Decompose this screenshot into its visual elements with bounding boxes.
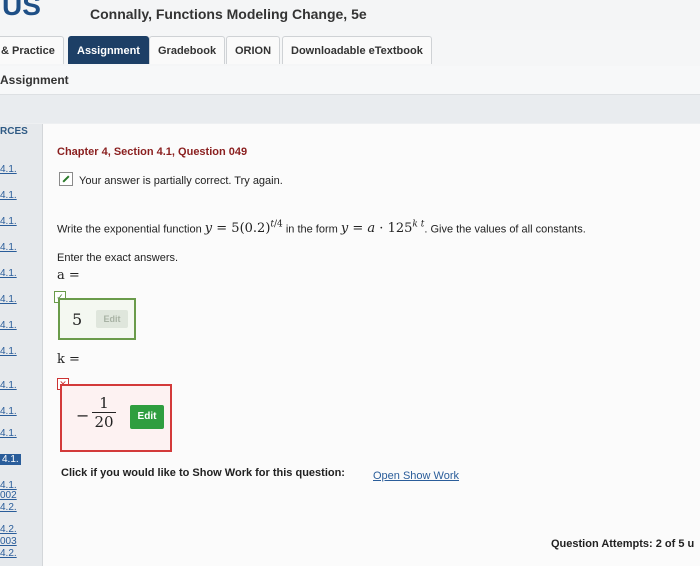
question-attempts: Question Attempts: 2 of 5 u	[551, 538, 695, 550]
assignment-title: Assignment	[0, 73, 69, 87]
tab-orion[interactable]: ORION	[226, 36, 281, 64]
k-sign: −	[76, 406, 90, 425]
sidebar-item[interactable]: 003	[0, 536, 17, 547]
k-label: k =	[57, 352, 80, 367]
question-title: Chapter 4, Section 4.1, Question 049	[57, 146, 248, 158]
question-instruction: Write the exponential function y = 5(0.2…	[57, 220, 586, 236]
k-answer-box: − 1 20 Edit	[60, 384, 172, 452]
tab-bar: & Practice Assignment Gradebook ORION Do…	[0, 30, 700, 67]
sidebar-item[interactable]: 002	[0, 490, 17, 501]
k-fraction: 1 20	[92, 394, 116, 431]
target-form: y = a · 125k t	[340, 220, 425, 237]
open-show-work-link[interactable]: Open Show Work	[373, 470, 459, 482]
top-header: US Connally, Functions Modeling Change, …	[0, 0, 700, 30]
tab-assignment[interactable]: Assignment	[68, 36, 149, 64]
sidebar-item[interactable]: 4.1.	[0, 190, 17, 201]
instruction-mid: in the form	[285, 223, 338, 236]
book-title: Connally, Functions Modeling Change, 5e	[90, 6, 367, 22]
spacer	[0, 95, 700, 123]
a-label: a =	[57, 268, 80, 283]
a-value: 5	[72, 310, 83, 329]
show-work-prompt: Click if you would like to Show Work for…	[61, 467, 345, 479]
sidebar-item[interactable]: 4.2.	[0, 548, 17, 559]
sidebar-item[interactable]: 4.1.	[0, 216, 17, 227]
sidebar-item[interactable]: 4.1.	[0, 164, 17, 175]
sidebar-item[interactable]: 4.1.	[0, 294, 17, 305]
sidebar-heading: RCES	[0, 126, 28, 137]
resources-sidebar: RCES 4.1. 4.1. 4.1. 4.1. 4.1. 4.1. 4.1. …	[0, 124, 43, 566]
sidebar-item[interactable]: 4.2.	[0, 524, 17, 535]
tab-etextbook[interactable]: Downloadable eTextbook	[282, 36, 432, 64]
sidebar-item[interactable]: 4.1.	[0, 380, 17, 391]
question-panel: Chapter 4, Section 4.1, Question 049 You…	[43, 124, 700, 566]
sidebar-item[interactable]: 4.1.	[0, 242, 17, 253]
assignment-bar: Assignment	[0, 66, 700, 95]
sidebar-item[interactable]: 4.1.	[0, 428, 17, 439]
sidebar-item[interactable]: 4.1.	[0, 346, 17, 357]
k-edit-button[interactable]: Edit	[130, 405, 164, 429]
a-answer-box: 5 Edit	[58, 298, 136, 340]
a-edit-button-disabled: Edit	[96, 310, 128, 328]
sidebar-item[interactable]: 4.1.	[0, 268, 17, 279]
k-numerator: 1	[92, 394, 116, 413]
instruction-suffix: . Give the values of all constants.	[424, 223, 586, 236]
exact-note: Enter the exact answers.	[57, 252, 179, 264]
answer-status: Your answer is partially correct. Try ag…	[79, 175, 283, 187]
sidebar-item[interactable]: 4.1.	[0, 406, 17, 417]
sidebar-item[interactable]: 4.1.	[0, 320, 17, 331]
partial-correct-icon	[59, 172, 73, 186]
tab-practice[interactable]: & Practice	[0, 36, 64, 64]
tab-gradebook[interactable]: Gradebook	[149, 36, 226, 64]
sidebar-item-current[interactable]: 4.1.	[0, 454, 21, 465]
given-function: y = 5(0.2)t/4	[204, 220, 283, 237]
k-denominator: 20	[94, 413, 114, 431]
instruction-prefix: Write the exponential function	[57, 223, 202, 236]
sidebar-item[interactable]: 4.2.	[0, 502, 17, 513]
logo: US	[2, 0, 41, 21]
